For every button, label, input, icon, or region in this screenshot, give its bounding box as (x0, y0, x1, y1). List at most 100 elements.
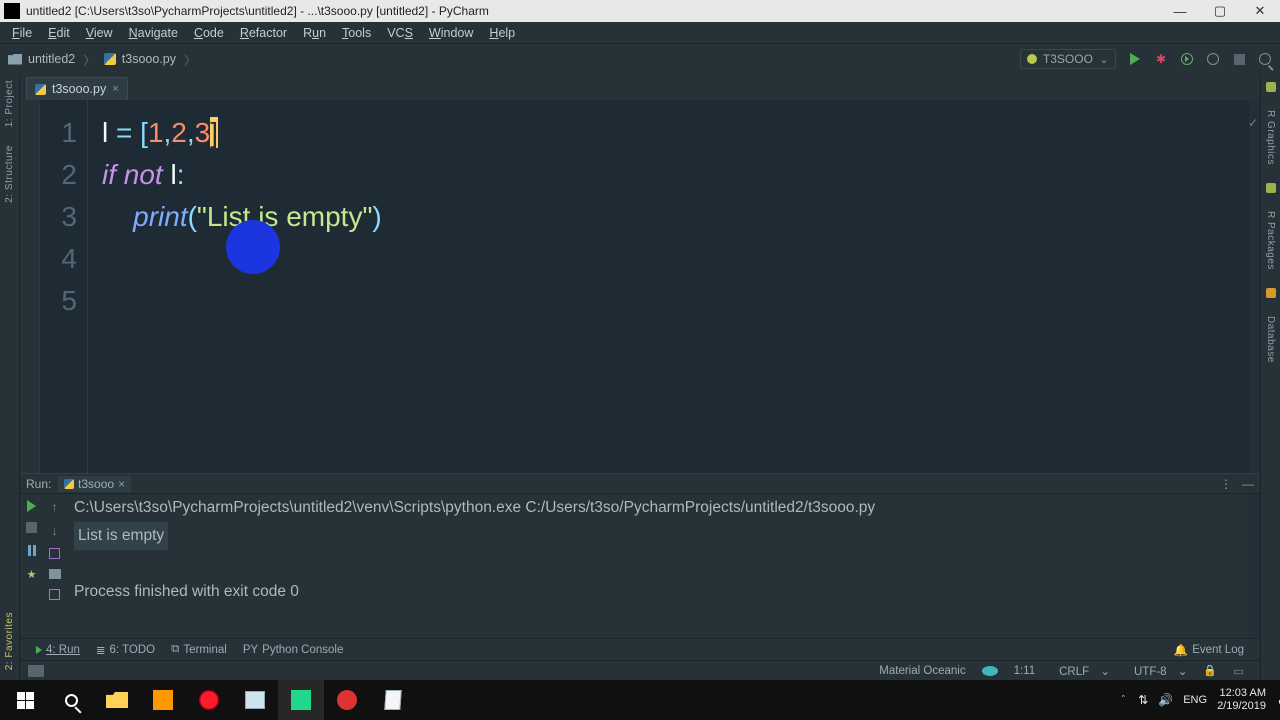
minimize-button[interactable]: — (1160, 0, 1200, 22)
inspection-ok-icon: ✓ (1248, 102, 1258, 144)
down-stack-button[interactable]: ↓ (48, 524, 62, 538)
memory-indicator[interactable]: ▭ (1225, 664, 1252, 678)
search-everywhere-button[interactable] (1258, 52, 1272, 66)
menu-view[interactable]: View (78, 24, 121, 42)
close-tab-icon[interactable]: × (112, 83, 118, 95)
status-theme[interactable]: Material Oceanic (871, 665, 973, 677)
chevron-right-icon: 〉 (184, 50, 197, 69)
start-button[interactable] (2, 680, 48, 720)
run-config-icon (1027, 54, 1037, 64)
tray-language[interactable]: ENG (1183, 694, 1207, 706)
menu-refactor[interactable]: Refactor (232, 24, 295, 42)
debug-button[interactable]: ✱ (1154, 52, 1168, 66)
console-output[interactable]: C:\Users\t3so\PycharmProjects\untitled2\… (66, 494, 1260, 638)
taskbar-file-explorer[interactable] (94, 680, 140, 720)
taskbar-notepad[interactable] (370, 680, 416, 720)
breadcrumb-file[interactable]: t3sooo.py (122, 52, 176, 66)
tool-run[interactable]: 4: Run (28, 644, 88, 656)
run-configuration-selector[interactable]: T3SOOO ⌄ (1020, 49, 1116, 69)
navigation-bar: untitled2 〉 t3sooo.py 〉 T3SOOO ⌄ ✱ (0, 44, 1280, 74)
close-icon[interactable]: × (118, 477, 125, 491)
tool-r-packages[interactable]: R Packages (1265, 211, 1276, 270)
status-line-separator[interactable]: CRLF ⌄ (1043, 664, 1118, 678)
up-stack-button[interactable]: ↑ (48, 500, 62, 514)
menu-code[interactable]: Code (186, 24, 232, 42)
bottom-tool-stripe: 4: Run ≣ 6: TODO ⧉ Terminal PY Python Co… (20, 638, 1260, 660)
tool-python-console[interactable]: PY Python Console (235, 644, 352, 656)
console-line: C:\Users\t3so\PycharmProjects\untitled2\… (74, 494, 1252, 522)
tool-todo[interactable]: ≣ 6: TODO (88, 643, 163, 657)
menu-navigate[interactable]: Navigate (121, 24, 186, 42)
rerun-button[interactable] (27, 500, 36, 512)
menu-tools[interactable]: Tools (334, 24, 379, 42)
tool-windows-toggle[interactable] (28, 665, 44, 677)
editor-gutter-icons (20, 100, 40, 473)
chevron-right-icon: 〉 (83, 50, 96, 69)
tray-clock[interactable]: 12:03 AM 2/19/2019 (1217, 687, 1266, 713)
tool-event-log[interactable]: 🔔 Event Log (1166, 643, 1252, 657)
run-label: Run: (26, 477, 51, 491)
tray-network-icon[interactable]: ⇅ (1138, 693, 1148, 707)
left-tool-stripe: 1: Project 2: Structure 2: Favorites (0, 74, 20, 680)
taskbar-recorder[interactable] (324, 680, 370, 720)
menu-bar: File Edit View Navigate Code Refactor Ru… (0, 22, 1280, 44)
tray-date: 2/19/2019 (1217, 700, 1266, 713)
taskbar-pycharm[interactable] (278, 680, 324, 720)
taskbar-opera[interactable] (186, 680, 232, 720)
toggle-soft-wrap-button[interactable] (49, 548, 60, 559)
maximize-button[interactable]: ▢ (1200, 0, 1240, 22)
menu-vcs[interactable]: VCS (379, 24, 421, 42)
menu-window[interactable]: Window (421, 24, 481, 42)
menu-help[interactable]: Help (481, 24, 523, 42)
line-number: 5 (40, 280, 77, 322)
tool-terminal[interactable]: ⧉ Terminal (163, 643, 235, 656)
stop-process-button[interactable] (26, 522, 37, 533)
run-button[interactable] (1128, 52, 1142, 66)
run-toolbar: ★ ↑ ↓ (20, 494, 66, 638)
menu-run[interactable]: Run (295, 24, 334, 42)
profile-button[interactable] (1206, 52, 1220, 66)
editor-tabs: t3sooo.py × (20, 74, 1260, 100)
cursor-marker (226, 220, 280, 274)
run-with-coverage-button[interactable] (1180, 52, 1194, 66)
run-settings-icon[interactable]: ⋮ (1220, 477, 1232, 491)
taskbar-app[interactable] (232, 680, 278, 720)
status-encoding[interactable]: UTF-8 ⌄ (1118, 664, 1195, 678)
folder-icon (8, 54, 22, 65)
read-only-toggle[interactable]: 🔒 (1195, 664, 1225, 677)
code-line-1: l = [1,2,3] (102, 112, 1260, 154)
editor-scrollbar[interactable]: ✓ (1249, 100, 1260, 473)
breadcrumb-project[interactable]: untitled2 (28, 52, 75, 66)
tool-structure[interactable]: 2: Structure (4, 145, 15, 203)
print-button[interactable] (49, 569, 61, 579)
pause-output-button[interactable] (25, 543, 39, 557)
opera-icon (199, 690, 219, 710)
status-caret-position[interactable]: 1:11 (1006, 665, 1044, 677)
line-number-gutter: 1 2 3 4 5 (40, 100, 88, 473)
stop-button[interactable] (1232, 52, 1246, 66)
editor-tab[interactable]: t3sooo.py × (26, 77, 128, 100)
close-button[interactable]: ✕ (1240, 0, 1280, 22)
tool-project[interactable]: 1: Project (4, 80, 15, 127)
line-number: 2 (40, 154, 77, 196)
tool-favorites[interactable]: 2: Favorites (4, 612, 15, 670)
pin-tab-button[interactable]: ★ (25, 567, 39, 581)
tool-r-graphics[interactable]: R Graphics (1265, 110, 1276, 165)
windows-logo-icon (17, 692, 34, 709)
notepad-icon (384, 690, 401, 710)
folder-icon (106, 692, 128, 708)
hide-run-icon[interactable]: — (1242, 477, 1254, 491)
code-content[interactable]: l = [1,2,3] if not l: print("List is emp… (88, 100, 1260, 473)
menu-edit[interactable]: Edit (40, 24, 78, 42)
scroll-to-end-button[interactable] (49, 589, 60, 600)
console-scrollbar[interactable] (1249, 494, 1260, 638)
code-editor[interactable]: 1 2 3 4 5 l = [1,2,3] if not l: print("L… (20, 100, 1260, 473)
run-tab[interactable]: t3sooo × (58, 476, 131, 492)
tool-database[interactable]: Database (1265, 316, 1276, 363)
line-number: 4 (40, 238, 77, 280)
menu-file[interactable]: File (4, 24, 40, 42)
tray-volume-icon[interactable]: 🔊 (1158, 693, 1173, 707)
taskbar-sublime[interactable] (140, 680, 186, 720)
taskbar-search[interactable] (48, 680, 94, 720)
tray-overflow[interactable]: ＾ (1118, 693, 1128, 708)
